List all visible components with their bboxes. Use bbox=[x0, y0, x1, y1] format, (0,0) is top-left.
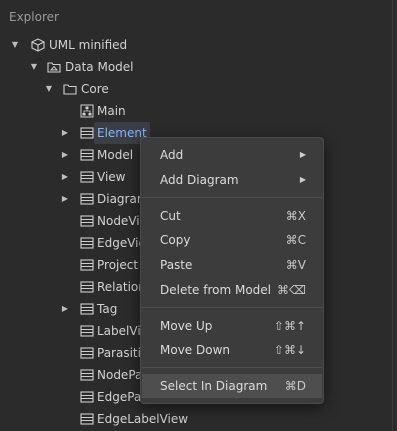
menu-item-label: Move Down bbox=[160, 343, 230, 357]
context-menu: Add ▶ Add Diagram ▶ Cut ⌘X Copy ⌘C Paste… bbox=[140, 137, 324, 404]
menu-separator bbox=[142, 197, 322, 198]
menu-item-paste[interactable]: Paste ⌘V bbox=[142, 253, 322, 277]
class-icon bbox=[80, 302, 94, 316]
tree-item-label: Project bbox=[97, 258, 139, 272]
tree-item-uml-minified[interactable]: ▼ UML minified bbox=[0, 34, 392, 56]
menu-item-add[interactable]: Add ▶ bbox=[142, 143, 322, 167]
menu-item-add-diagram[interactable]: Add Diagram ▶ bbox=[142, 168, 322, 192]
class-icon bbox=[80, 280, 94, 294]
chevron-down-icon[interactable]: ▼ bbox=[10, 34, 20, 56]
menu-item-label: Paste bbox=[160, 258, 193, 272]
chevron-down-icon[interactable]: ▼ bbox=[29, 56, 39, 78]
menu-item-label: Copy bbox=[160, 233, 191, 247]
submenu-arrow-icon: ▶ bbox=[299, 175, 306, 184]
tree-item-main[interactable]: Main bbox=[0, 100, 392, 122]
menu-item-delete-from-model[interactable]: Delete from Model ⌘⌫ bbox=[142, 278, 322, 302]
menu-item-copy[interactable]: Copy ⌘C bbox=[142, 228, 322, 252]
menu-item-move-up[interactable]: Move Up ⇧⌘↑ bbox=[142, 314, 322, 338]
menu-item-select-in-diagram[interactable]: Select In Diagram ⌘D bbox=[142, 374, 322, 398]
class-icon bbox=[80, 368, 94, 382]
menu-item-shortcut: ⌘D bbox=[284, 379, 306, 393]
class-icon bbox=[80, 170, 94, 184]
class-icon bbox=[80, 148, 94, 162]
tree-item-label: Data Model bbox=[65, 60, 134, 74]
menu-item-shortcut: ⇧⌘↓ bbox=[273, 343, 306, 357]
menu-item-label: Select In Diagram bbox=[160, 379, 268, 393]
class-icon bbox=[80, 412, 94, 426]
class-icon bbox=[80, 346, 94, 360]
menu-item-shortcut: ⇧⌘↑ bbox=[273, 319, 306, 333]
tree-item-label: Tag bbox=[97, 302, 118, 316]
chevron-right-icon[interactable]: ▶ bbox=[60, 298, 70, 320]
tree-item-label: UML minified bbox=[49, 38, 128, 52]
class-icon bbox=[80, 214, 94, 228]
uml-cube-icon bbox=[31, 38, 45, 52]
submenu-arrow-icon: ▶ bbox=[299, 150, 306, 159]
class-icon bbox=[80, 192, 94, 206]
menu-item-label: Cut bbox=[160, 209, 181, 223]
chevron-right-icon[interactable]: ▶ bbox=[60, 144, 70, 166]
menu-separator bbox=[142, 367, 322, 368]
menu-separator bbox=[142, 307, 322, 308]
tree-item-label: Core bbox=[81, 82, 109, 96]
menu-item-label: Delete from Model bbox=[160, 283, 272, 297]
menu-item-cut[interactable]: Cut ⌘X bbox=[142, 204, 322, 228]
tree-item-label: Main bbox=[97, 104, 126, 118]
menu-item-shortcut: ⌘C bbox=[285, 233, 306, 247]
model-folder-icon bbox=[47, 60, 61, 74]
menu-item-label: Add Diagram bbox=[160, 173, 239, 187]
menu-item-label: Move Up bbox=[160, 319, 213, 333]
tree-item-edgelabelview[interactable]: EdgeLabelView bbox=[0, 408, 392, 430]
menu-item-label: Add bbox=[160, 148, 184, 162]
class-icon bbox=[80, 236, 94, 250]
chevron-right-icon[interactable]: ▶ bbox=[60, 122, 70, 144]
chevron-down-icon[interactable]: ▼ bbox=[44, 78, 54, 100]
tree-item-data-model[interactable]: ▼ Data Model bbox=[0, 56, 392, 78]
tree-item-label: Model bbox=[97, 148, 134, 162]
tree-item-label: View bbox=[97, 170, 126, 184]
menu-item-move-down[interactable]: Move Down ⇧⌘↓ bbox=[142, 338, 322, 362]
class-icon bbox=[80, 258, 94, 272]
tree-item-core[interactable]: ▼ Core bbox=[0, 78, 392, 100]
menu-item-shortcut: ⌘⌫ bbox=[277, 283, 306, 297]
tree-item-label: EdgeLabelView bbox=[97, 412, 189, 426]
class-icon bbox=[80, 390, 94, 404]
menu-item-shortcut: ⌘V bbox=[285, 258, 306, 272]
chevron-right-icon[interactable]: ▶ bbox=[60, 188, 70, 210]
chevron-right-icon[interactable]: ▶ bbox=[60, 166, 70, 188]
class-icon bbox=[80, 126, 94, 140]
class-icon bbox=[80, 324, 94, 338]
diagram-icon bbox=[80, 104, 94, 118]
folder-icon bbox=[63, 82, 77, 96]
panel-title: Explorer bbox=[9, 10, 59, 24]
menu-item-shortcut: ⌘X bbox=[285, 209, 306, 223]
